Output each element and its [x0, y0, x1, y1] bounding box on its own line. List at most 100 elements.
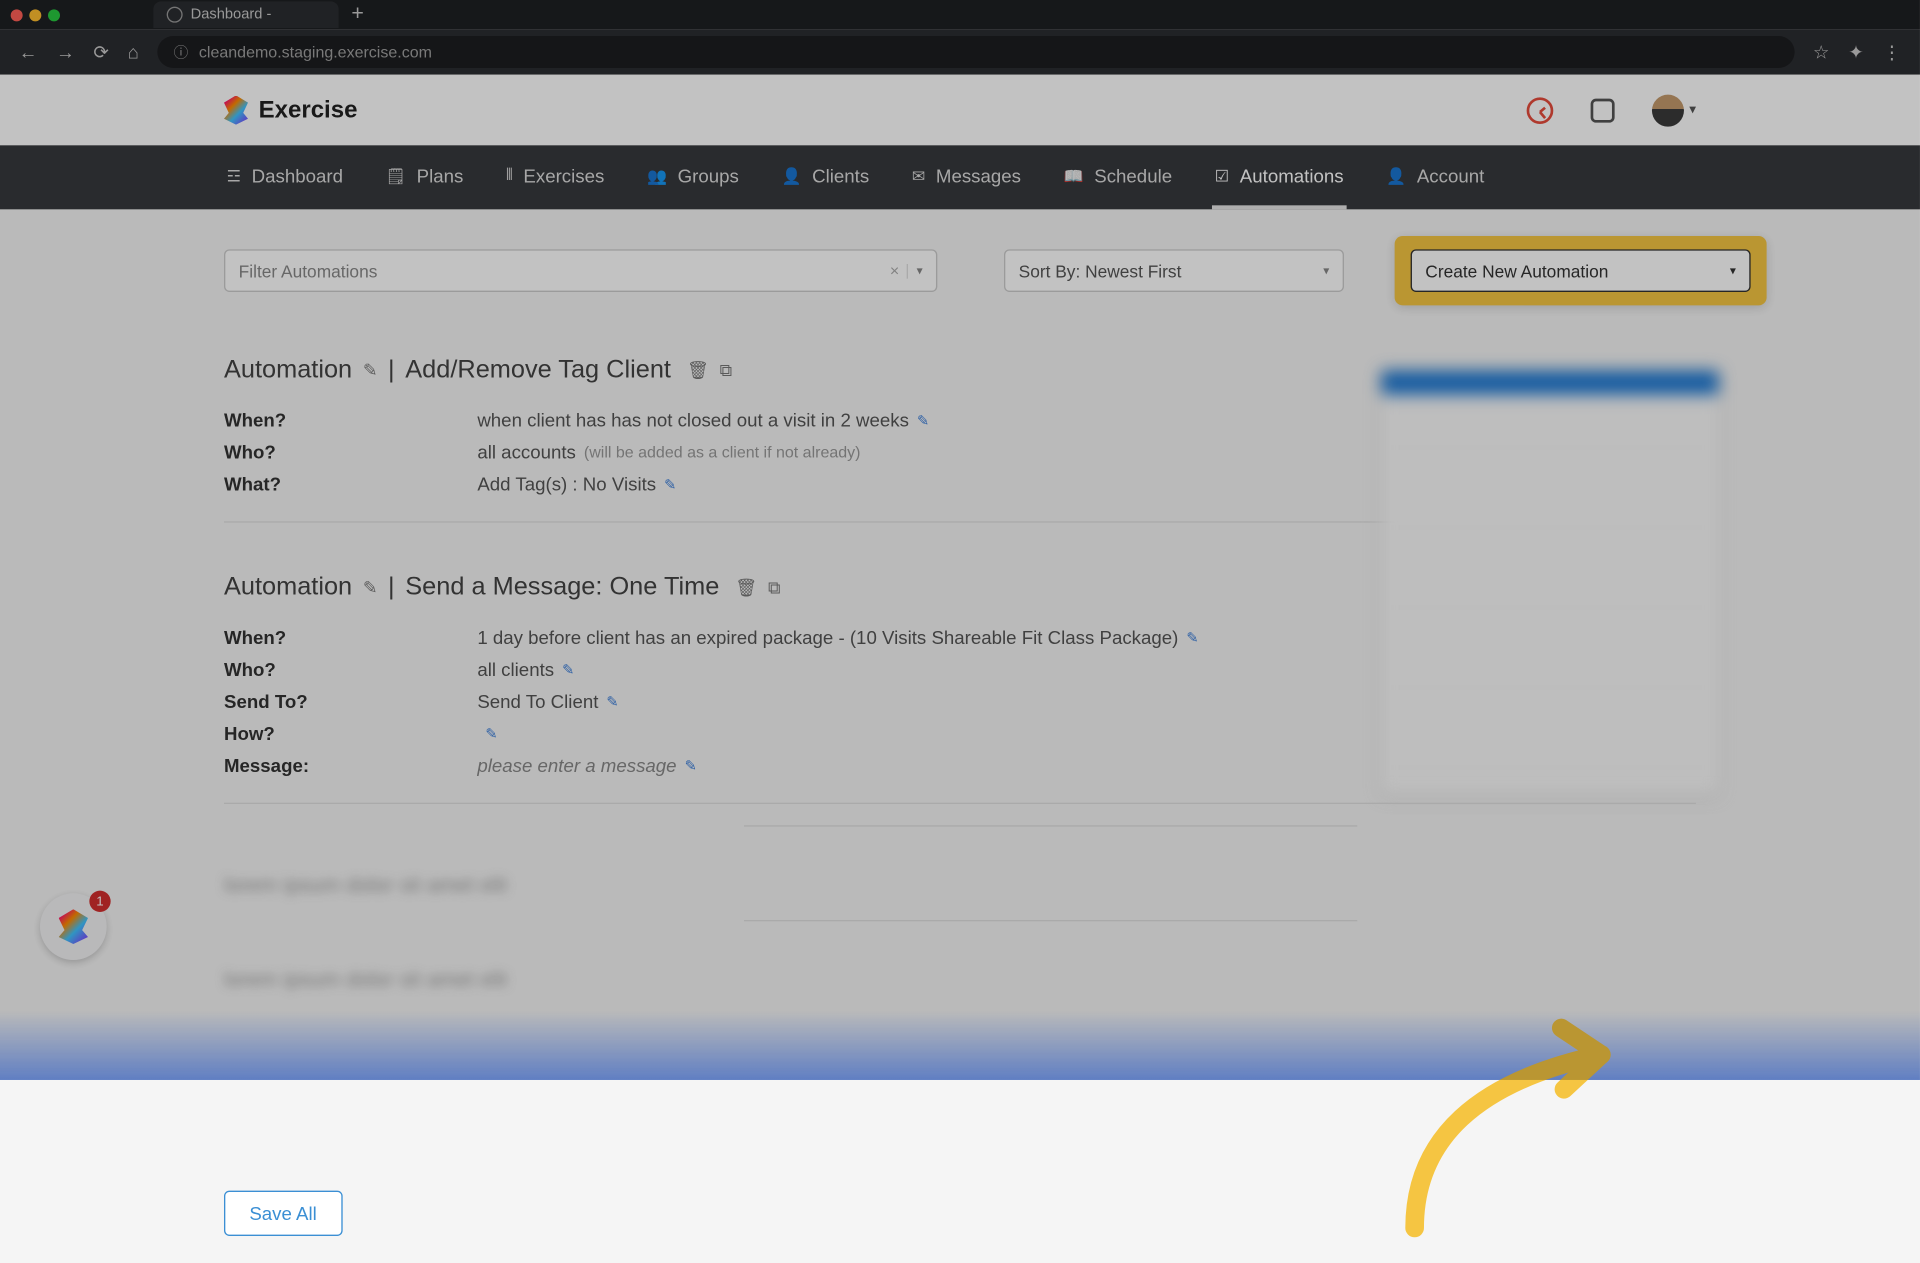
- chevron-down-icon[interactable]: ▾: [907, 263, 922, 278]
- clients-icon: 👤: [782, 166, 802, 185]
- filter-automations-input[interactable]: Filter Automations × ▾: [224, 249, 937, 292]
- row-value-text: Send To Client: [477, 691, 598, 712]
- extensions-icon[interactable]: ✦: [1848, 41, 1864, 64]
- nav-item-account[interactable]: 👤Account: [1384, 146, 1487, 209]
- nav-label: Plans: [417, 165, 464, 186]
- home-button[interactable]: ⌂: [128, 41, 139, 62]
- plans-icon: 🗒: [386, 166, 406, 185]
- forward-button[interactable]: →: [56, 41, 75, 62]
- row-value-text: please enter a message: [477, 755, 676, 776]
- side-panel-blurred: [1380, 369, 1720, 796]
- brand-name: Exercise: [259, 96, 358, 124]
- row-value: 1 day before client has an expired packa…: [477, 627, 1198, 648]
- arrow-annotation-icon: [1388, 1015, 1695, 1242]
- row-label: Message:: [224, 755, 477, 776]
- globe-icon: [167, 7, 183, 23]
- exercises-icon: ⫴: [506, 165, 513, 185]
- pencil-icon[interactable]: ✎: [363, 577, 378, 598]
- dashboard-icon: ☲: [227, 166, 241, 185]
- row-value-text: Add Tag(s) : No Visits: [477, 473, 656, 494]
- nav-label: Dashboard: [252, 165, 343, 186]
- clear-filter-icon[interactable]: ×: [882, 261, 907, 280]
- clock-icon[interactable]: [1527, 97, 1554, 124]
- logo-icon: [224, 95, 248, 124]
- automation-title-suffix: Add/Remove Tag Client: [405, 356, 671, 385]
- pencil-icon[interactable]: ✎: [1186, 629, 1198, 646]
- pencil-icon[interactable]: ✎: [917, 411, 929, 428]
- row-label: How?: [224, 723, 477, 744]
- nav-label: Clients: [812, 165, 869, 186]
- nav-label: Schedule: [1094, 165, 1172, 186]
- reload-button[interactable]: ⟳: [93, 41, 109, 64]
- row-value-text: 1 day before client has an expired packa…: [477, 627, 1178, 648]
- automations-icon: ☑: [1215, 166, 1229, 185]
- brand[interactable]: Exercise: [224, 95, 357, 124]
- copy-icon[interactable]: ⧉: [720, 360, 732, 381]
- nav-item-dashboard[interactable]: ☲ Dashboard: [224, 146, 346, 209]
- pencil-icon[interactable]: ✎: [363, 360, 378, 381]
- avatar-icon: [1652, 94, 1684, 126]
- row-label: Who?: [224, 659, 477, 680]
- nav-label: Exercises: [523, 165, 604, 186]
- automation-title-prefix: Automation: [224, 356, 352, 385]
- filter-bar: Filter Automations × ▾ Sort By: Newest F…: [224, 236, 1696, 305]
- user-menu[interactable]: ▾: [1652, 94, 1696, 126]
- nav-label: Automations: [1240, 165, 1344, 186]
- row-value: Send To Client ✎: [477, 691, 618, 712]
- chevron-down-icon: ▾: [1730, 263, 1736, 278]
- row-value: please enter a message ✎: [477, 755, 697, 776]
- browser-tab[interactable]: Dashboard -: [153, 1, 338, 28]
- url-text: cleandemo.staging.exercise.com: [199, 43, 432, 62]
- divider: [224, 803, 1696, 804]
- row-value-text: when client has has not closed out a vis…: [477, 409, 909, 430]
- content: Filter Automations × ▾ Sort By: Newest F…: [0, 209, 1920, 1262]
- trash-icon[interactable]: 🗑: [735, 577, 757, 598]
- nav-item-groups[interactable]: 👥Groups: [644, 146, 741, 209]
- window-controls: [11, 9, 60, 21]
- main-nav: ☲ Dashboard 🗒 Plans ⫴ Exercises 👥Groups 👤 Client…: [0, 145, 1920, 209]
- divider: [744, 920, 1357, 921]
- bookmark-icon[interactable]: ☆: [1813, 41, 1830, 64]
- row-value: Add Tag(s) : No Visits ✎: [477, 473, 676, 494]
- pencil-icon[interactable]: ✎: [562, 661, 574, 678]
- nav-item-automations[interactable]: ☑ Automations: [1212, 146, 1346, 209]
- sort-label: Sort By: Newest First: [1019, 261, 1182, 281]
- back-button[interactable]: ←: [19, 41, 38, 62]
- sort-by-dropdown[interactable]: Sort By: Newest First ▾: [1004, 249, 1344, 292]
- copy-icon[interactable]: ⧉: [768, 577, 780, 598]
- schedule-icon: 📖: [1064, 166, 1084, 185]
- address-bar[interactable]: ⓘ cleandemo.staging.exercise.com: [158, 36, 1795, 68]
- account-icon: 👤: [1386, 166, 1406, 185]
- nav-item-exercises[interactable]: ⫴ Exercises: [503, 146, 607, 209]
- pencil-icon[interactable]: ✎: [485, 725, 497, 742]
- pencil-icon[interactable]: ✎: [664, 475, 676, 492]
- create-new-automation-button[interactable]: Create New Automation ▾: [1411, 249, 1751, 292]
- checkbox-icon[interactable]: [1591, 98, 1615, 122]
- highlight-annotation: Create New Automation ▾: [1395, 236, 1767, 305]
- groups-icon: 👥: [647, 166, 667, 185]
- pipe: |: [388, 356, 395, 385]
- blurred-content: lorem ipsum dolor sit amet elit: [224, 969, 1696, 993]
- menu-icon[interactable]: ⋮: [1883, 41, 1902, 64]
- nav-item-schedule[interactable]: 📖 Schedule: [1061, 146, 1175, 209]
- blurred-content: lorem ipsum dolor sit amet elit: [224, 875, 1696, 899]
- minimize-window-icon[interactable]: [29, 9, 41, 21]
- new-tab-button[interactable]: +: [351, 3, 363, 27]
- row-value: all accounts(will be added as a client i…: [477, 441, 860, 462]
- pencil-icon[interactable]: ✎: [606, 693, 618, 710]
- browser-tab-strip: Dashboard - +: [0, 0, 1920, 29]
- chevron-down-icon: ▾: [1323, 263, 1329, 278]
- app-header: Exercise ▾: [0, 75, 1920, 146]
- close-window-icon[interactable]: [11, 9, 23, 21]
- row-label: When?: [224, 627, 477, 648]
- maximize-window-icon[interactable]: [48, 9, 60, 21]
- row-value: ✎: [477, 723, 497, 744]
- trash-icon[interactable]: 🗑: [687, 360, 709, 381]
- nav-item-plans[interactable]: 🗒 Plans: [383, 146, 466, 209]
- pencil-icon[interactable]: ✎: [685, 757, 697, 774]
- row-value-text: all accounts: [477, 441, 576, 462]
- row-label: Send To?: [224, 691, 477, 712]
- nav-item-clients[interactable]: 👤 Clients: [779, 146, 872, 209]
- save-all-button[interactable]: Save All: [224, 1191, 342, 1236]
- nav-item-messages[interactable]: ✉Messages: [909, 146, 1023, 209]
